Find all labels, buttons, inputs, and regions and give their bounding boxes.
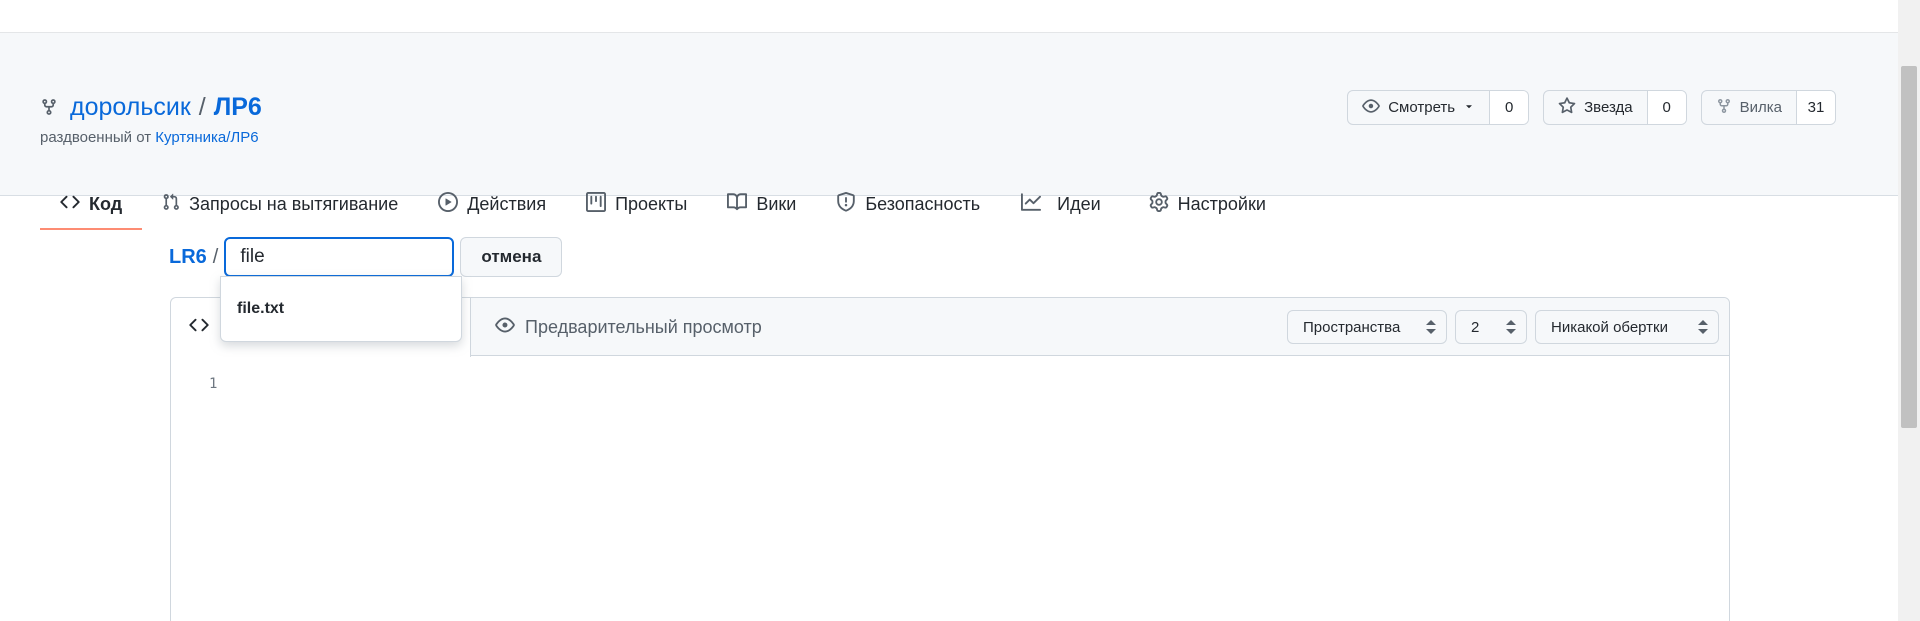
star-label: Звезда (1584, 99, 1633, 116)
tab-label: Настройки (1177, 193, 1266, 214)
file-path-breadcrumb: LR6 / отмена (169, 237, 563, 277)
fork-icon (1716, 97, 1732, 119)
scrollbar-thumb[interactable] (1901, 66, 1917, 428)
filename-input[interactable] (224, 237, 455, 277)
tab-label: Действия (467, 193, 547, 214)
indent-size-select[interactable]: 2 (1455, 310, 1527, 344)
preview-tab[interactable]: Предварительный просмотр (495, 298, 762, 356)
filename-suggestion[interactable]: file.txt (220, 276, 462, 342)
select-arrows-icon (1506, 320, 1516, 334)
caret-down-icon (1463, 99, 1475, 116)
watch-count[interactable]: 0 (1490, 91, 1529, 124)
repo-header: дорольсик / ЛР6 раздвоенный от Куртяника… (0, 33, 1898, 230)
repo-owner-link[interactable]: дорольсик (70, 93, 191, 122)
fork-button-group: Вилка 31 (1700, 90, 1836, 125)
tab-wiki[interactable]: Вики (707, 179, 816, 229)
top-bar (0, 0, 1898, 33)
book-icon (727, 192, 748, 217)
shield-icon (836, 191, 856, 217)
tab-insights[interactable]: Идеи (1000, 179, 1121, 229)
watch-button[interactable]: Смотреть (1348, 91, 1491, 124)
indent-mode-value: Пространства (1303, 318, 1401, 336)
repo-actions: Смотреть 0 Звезда 0 Вилка 31 (1347, 90, 1836, 125)
tab-settings[interactable]: Настройки (1129, 179, 1286, 229)
repo-title-separator: / (198, 92, 206, 121)
tab-projects[interactable]: Проекты (566, 179, 707, 229)
code-icon (189, 315, 209, 340)
star-icon (1558, 96, 1576, 119)
tab-label: Запросы на вытягивание (189, 193, 399, 214)
play-icon (438, 191, 459, 217)
star-count[interactable]: 0 (1647, 91, 1686, 124)
project-icon (586, 191, 607, 217)
tab-pull-requests[interactable]: Запросы на вытягивание (142, 179, 418, 229)
tab-label: Код (89, 193, 123, 214)
file-editor: Предварительный просмотр Пространства 2 … (170, 297, 1730, 621)
wrap-mode-select[interactable]: Никакой обертки (1535, 310, 1719, 344)
tab-actions[interactable]: Действия (418, 179, 566, 229)
repo-title: дорольсик / ЛР6 (40, 91, 262, 123)
editor-options: Пространства 2 Никакой обертки (1287, 310, 1719, 344)
repo-forked-icon (40, 97, 60, 117)
preview-label: Предварительный просмотр (525, 316, 762, 337)
page-scrollbar[interactable] (1898, 0, 1920, 621)
fork-button[interactable]: Вилка (1702, 91, 1797, 124)
watch-button-group: Смотреть 0 (1347, 90, 1530, 125)
breadcrumb-root-link[interactable]: LR6 (169, 246, 207, 269)
tab-security[interactable]: Безопасность (816, 179, 1000, 229)
forked-from-link[interactable]: Куртяника/ЛР6 (155, 129, 258, 146)
cancel-button[interactable]: отмена (460, 237, 563, 277)
forked-from-text: раздвоенный от Куртяника/ЛР6 (40, 129, 259, 146)
tab-label: Вики (756, 193, 797, 214)
breadcrumb-separator: / (212, 245, 219, 268)
indent-mode-select[interactable]: Пространства (1287, 310, 1447, 344)
select-arrows-icon (1426, 320, 1436, 334)
pull-request-icon (162, 192, 180, 217)
eye-icon (495, 315, 515, 340)
forked-prefix: раздвоенный от (40, 129, 156, 146)
line-number: 1 (209, 376, 218, 392)
star-button-group: Звезда 0 (1543, 90, 1687, 125)
tab-label: Идеи (1057, 193, 1101, 214)
graph-icon (1020, 192, 1042, 217)
code-icon (60, 192, 80, 217)
tab-code[interactable]: Код (40, 179, 143, 230)
indent-size-value: 2 (1471, 318, 1480, 336)
repo-name-link[interactable]: ЛР6 (214, 93, 262, 122)
fork-count[interactable]: 31 (1797, 91, 1835, 124)
wrap-mode-value: Никакой обертки (1551, 318, 1668, 336)
select-arrows-icon (1698, 320, 1708, 334)
eye-icon (1362, 97, 1381, 119)
star-button[interactable]: Звезда (1544, 91, 1648, 124)
gear-icon (1149, 191, 1169, 217)
page: дорольсик / ЛР6 раздвоенный от Куртяника… (0, 0, 1920, 621)
watch-label: Смотреть (1388, 99, 1456, 116)
tab-label: Проекты (615, 193, 688, 214)
tab-label: Безопасность (865, 193, 981, 214)
fork-label: Вилка (1739, 99, 1782, 116)
repo-nav-tabs: Код Запросы на вытягивание Действия Прое… (40, 179, 1286, 230)
